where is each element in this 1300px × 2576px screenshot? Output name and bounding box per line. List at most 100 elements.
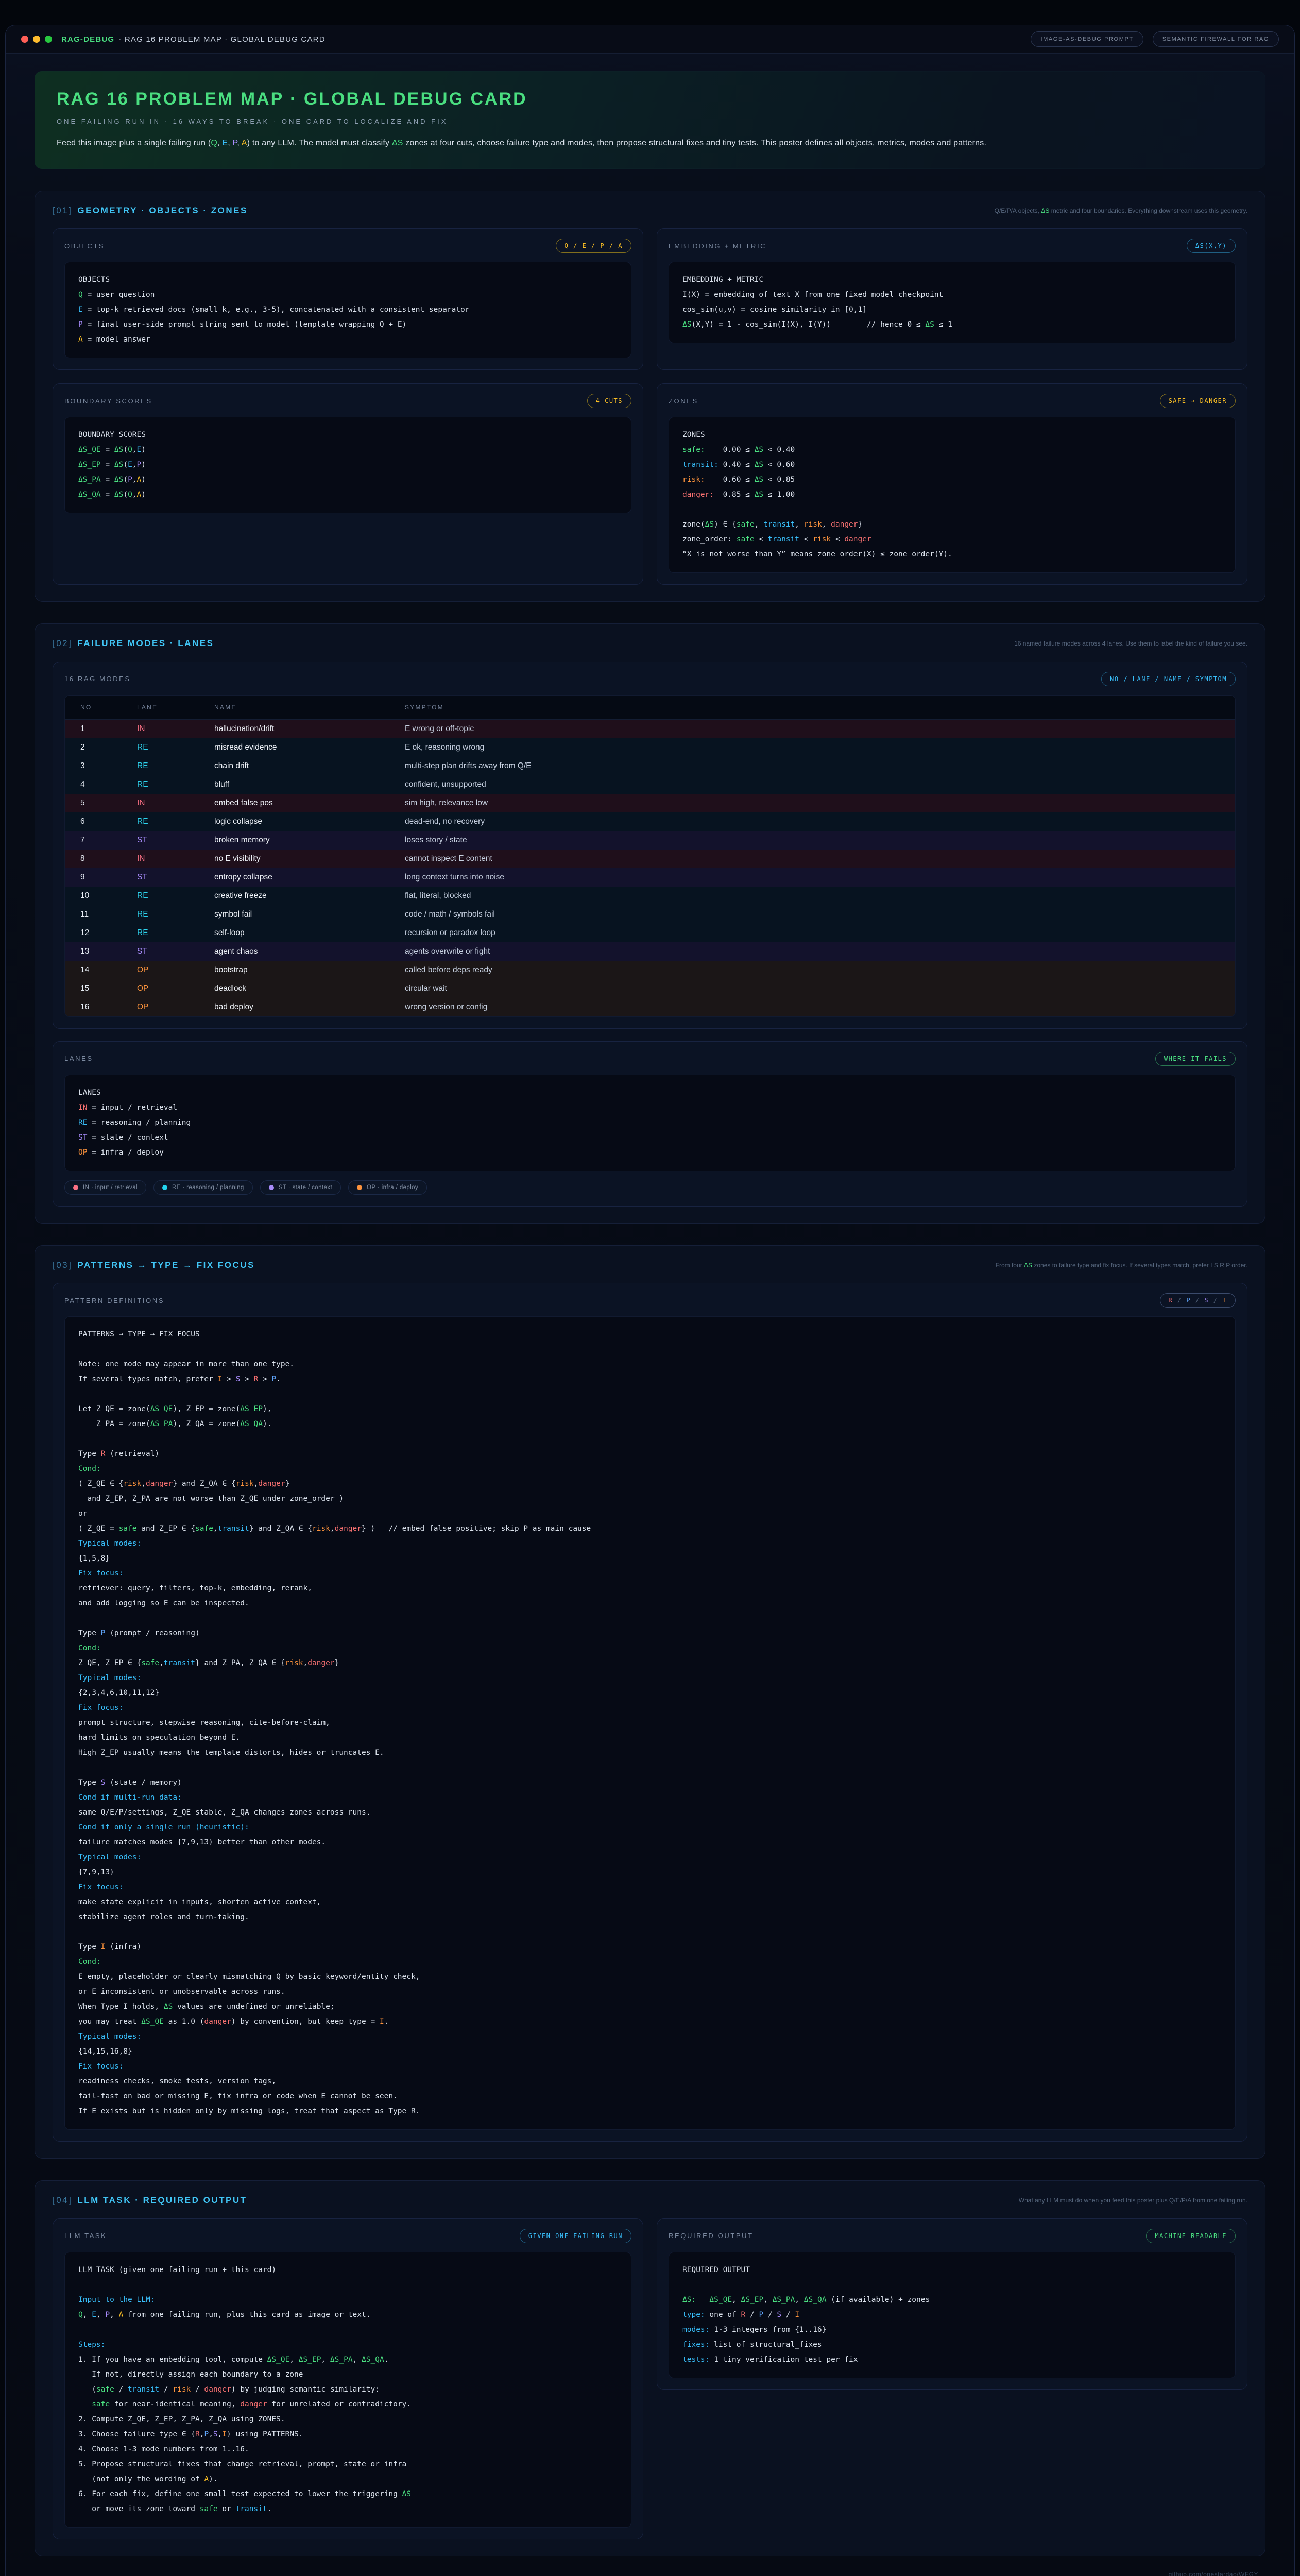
- code-line: modes: 1-3 integers from {1..16}: [682, 2323, 1222, 2337]
- code-line: Cond if only a single run (heuristic):: [78, 1820, 1222, 1835]
- panel-label: OBJECTS: [64, 242, 105, 250]
- section-note: What any LLM must do when you feed this …: [1019, 2195, 1247, 2206]
- lane-legend: IN · input / retrievalRE · reasoning / p…: [64, 1180, 1236, 1195]
- code-line: zone_order: safe < transit < risk < dang…: [682, 532, 1222, 547]
- code-line: “X is not worse than Y” means zone_order…: [682, 547, 1222, 562]
- code-line: and Z_EP, Z_PA are not worse than Z_QE u…: [78, 1492, 1222, 1506]
- code-line: 4. Choose 1-3 mode numbers from 1..16.: [78, 2442, 618, 2457]
- code-block-task: LLM TASK (given one failing run + this c…: [64, 2252, 631, 2528]
- code-line: High Z_EP usually means the template dis…: [78, 1745, 1222, 1760]
- code-line: Fix focus:: [78, 1701, 1222, 1716]
- code-line: E empty, placeholder or clearly mismatch…: [78, 1970, 1222, 1985]
- code-line: [682, 502, 1222, 517]
- code-line: same Q/E/P/settings, Z_QE stable, Z_QA c…: [78, 1805, 1222, 1820]
- code-line: type: one of R / P / S / I: [682, 2308, 1222, 2323]
- patterns-badge: R / P / S / I: [1160, 1293, 1236, 1308]
- code-line: Q = user question: [78, 287, 618, 302]
- code-line: retriever: query, filters, top-k, embedd…: [78, 1581, 1222, 1596]
- lane-legend-chip: ST · state / context: [260, 1180, 341, 1195]
- minimize-button[interactable]: [33, 36, 40, 43]
- mode-row: 10REcreative freezeflat, literal, blocke…: [65, 887, 1235, 905]
- code-line: A = model answer: [78, 332, 618, 347]
- code-line: cos_sim(u,v) = cosine similarity in [0,1…: [682, 302, 1222, 317]
- code-line: 5. Propose structural_fixes that change …: [78, 2457, 618, 2472]
- section-note: 16 named failure modes across 4 lanes. U…: [1014, 638, 1247, 649]
- page-description: Feed this image plus a single failing ru…: [57, 139, 1243, 148]
- mode-row: 16OPbad deploywrong version or config: [65, 998, 1235, 1016]
- mode-row: 15OPdeadlockcircular wait: [65, 979, 1235, 998]
- code-line: hard limits on speculation beyond E.: [78, 1731, 1222, 1745]
- code-block-objects: OBJECTSQ = user questionE = top-k retrie…: [64, 262, 631, 358]
- code-line: LLM TASK (given one failing run + this c…: [78, 2263, 618, 2278]
- code-line: 6. For each fix, define one small test e…: [78, 2487, 618, 2502]
- maximize-button[interactable]: [45, 36, 52, 43]
- code-line: Typical modes:: [78, 1850, 1222, 1865]
- code-line: fixes: list of structural_fixes: [682, 2337, 1222, 2352]
- code-line: {7,9,13}: [78, 1865, 1222, 1880]
- section-llm-task: [04]LLM TASK · REQUIRED OUTPUT What any …: [35, 2180, 1265, 2556]
- panel-label: EMBEDDING + METRIC: [669, 242, 766, 250]
- code-line: stabilize agent roles and turn-taking.: [78, 1910, 1222, 1925]
- code-line: REQUIRED OUTPUT: [682, 2263, 1222, 2278]
- mode-row: 4REbluffconfident, unsupported: [65, 775, 1235, 794]
- code-line: or move its zone toward safe or transit.: [78, 2502, 618, 2517]
- code-line: Typical modes:: [78, 1671, 1222, 1686]
- code-line: risk: 0.60 ≤ ΔS < 0.85: [682, 472, 1222, 487]
- badge-image-as-debug-prompt: IMAGE-AS-DEBUG PROMPT: [1031, 31, 1143, 47]
- code-line: (safe / transit / risk / danger) by judg…: [78, 2382, 618, 2397]
- code-line: {1,5,8}: [78, 1551, 1222, 1566]
- code-line: Z_QE, Z_EP ∈ {safe,transit} and Z_PA, Z_…: [78, 1656, 1222, 1671]
- panel-embedding-metric: EMBEDDING + METRIC ΔS(X,Y) EMBEDDING + M…: [657, 228, 1247, 370]
- code-line: ( Z_QE = safe and Z_EP ∈ {safe,transit} …: [78, 1521, 1222, 1536]
- page-footer: github.com/onestardao/WFGY: [35, 2556, 1265, 2576]
- code-line: Z_PA = zone(ΔS_PA), Z_QA = zone(ΔS_QA).: [78, 1417, 1222, 1432]
- page-subtitle: ONE FAILING RUN IN · 16 WAYS TO BREAK · …: [57, 117, 1243, 125]
- panel-llm-task: LLM TASK GIVEN ONE FAILING RUN LLM TASK …: [53, 2218, 643, 2539]
- section-note: Q/E/P/A objects, ΔS metric and four boun…: [995, 206, 1247, 216]
- mode-row: 7STbroken memoryloses story / state: [65, 831, 1235, 850]
- code-line: zone(ΔS) ∈ {safe, transit, risk, danger}: [682, 517, 1222, 532]
- section-title: [01]GEOMETRY · OBJECTS · ZONES: [53, 206, 248, 216]
- mode-row: 6RElogic collapsedead-end, no recovery: [65, 812, 1235, 831]
- code-line: ΔS_QE = ΔS(Q,E): [78, 443, 618, 457]
- code-line: ΔS(X,Y) = 1 - cos_sim(I(X), I(Y)) // hen…: [682, 317, 1222, 332]
- badge-semantic-firewall: SEMANTIC FIREWALL FOR RAG: [1153, 31, 1279, 47]
- panel-label: LANES: [64, 1055, 93, 1062]
- code-line: Typical modes:: [78, 2029, 1222, 2044]
- code-line: IN = input / retrieval: [78, 1100, 1222, 1115]
- mode-row: 11REsymbol failcode / math / symbols fai…: [65, 905, 1235, 924]
- lane-color-dot: [162, 1185, 167, 1190]
- code-line: Note: one mode may appear in more than o…: [78, 1357, 1222, 1372]
- section-failure-modes: [02]FAILURE MODES · LANES 16 named failu…: [35, 623, 1265, 1223]
- window-title: RAG-DEBUG· RAG 16 PROBLEM MAP · GLOBAL D…: [61, 35, 326, 44]
- embedding-badge: ΔS(X,Y): [1187, 239, 1236, 253]
- repo-link[interactable]: github.com/onestardao/WFGY: [1169, 2571, 1258, 2576]
- code-line: Q, E, P, A from one failing run, plus th…: [78, 2308, 618, 2323]
- mode-row: 12REself-looprecursion or paradox loop: [65, 924, 1235, 942]
- section-title: [03]PATTERNS → TYPE → FIX FOCUS: [53, 1260, 255, 1270]
- code-line: Cond:: [78, 1641, 1222, 1656]
- code-block-lanes: LANESIN = input / retrievalRE = reasonin…: [64, 1075, 1236, 1171]
- boundary-badge: 4 CUTS: [587, 394, 631, 408]
- lane-legend-chip: RE · reasoning / planning: [153, 1180, 253, 1195]
- lane-legend-chip: OP · infra / deploy: [348, 1180, 427, 1195]
- section-geometry: [01]GEOMETRY · OBJECTS · ZONES Q/E/P/A o…: [35, 191, 1265, 602]
- close-button[interactable]: [21, 36, 28, 43]
- code-line: I(X) = embedding of text X from one fixe…: [682, 287, 1222, 302]
- panel-label: PATTERN DEFINITIONS: [64, 1297, 164, 1304]
- page-content: RAG 16 PROBLEM MAP · GLOBAL DEBUG CARD O…: [6, 54, 1294, 2576]
- code-line: [78, 1611, 1222, 1626]
- code-line: [78, 1387, 1222, 1402]
- code-block-patterns: PATTERNS → TYPE → FIX FOCUS Note: one mo…: [64, 1316, 1236, 2130]
- code-line: safe for near-identical meaning, danger …: [78, 2397, 618, 2412]
- code-line: OP = infra / deploy: [78, 1145, 1222, 1160]
- section-title: [04]LLM TASK · REQUIRED OUTPUT: [53, 2195, 247, 2206]
- code-line: When Type I holds, ΔS values are undefin…: [78, 1999, 1222, 2014]
- code-line: {14,15,16,8}: [78, 2044, 1222, 2059]
- code-line: (not only the wording of A).: [78, 2472, 618, 2487]
- panel-label: LLM TASK: [64, 2232, 107, 2240]
- code-block-zones: ZONESsafe: 0.00 ≤ ΔS < 0.40transit: 0.40…: [669, 417, 1236, 573]
- code-line: prompt structure, stepwise reasoning, ci…: [78, 1716, 1222, 1731]
- code-line: [78, 1342, 1222, 1357]
- code-block-boundary: BOUNDARY SCORESΔS_QE = ΔS(Q,E)ΔS_EP = ΔS…: [64, 417, 631, 513]
